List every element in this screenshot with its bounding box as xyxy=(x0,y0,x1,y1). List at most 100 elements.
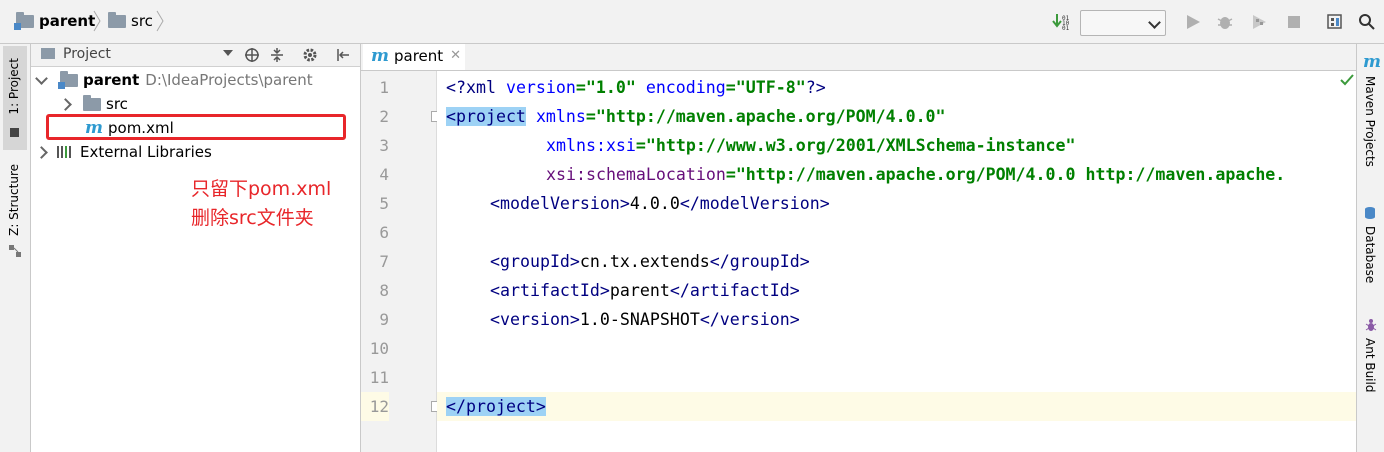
tab-pom-parent[interactable]: m parent ✕ xyxy=(363,44,465,70)
ant-icon xyxy=(1365,319,1377,331)
tab-database-label: Database xyxy=(1363,226,1377,284)
run-icon[interactable] xyxy=(1184,13,1202,31)
line-number: 8 xyxy=(379,281,389,300)
tree-item-parent-label: parent xyxy=(83,71,140,89)
breadcrumb-root[interactable]: parent xyxy=(14,11,96,30)
annotation-line-2: 删除src文件夹 xyxy=(191,207,314,229)
code-token: <groupId> xyxy=(490,252,580,271)
code-token: encoding xyxy=(645,78,726,97)
project-panel-header: Project xyxy=(31,44,360,67)
structure-icon xyxy=(9,245,21,257)
line-number: 4 xyxy=(379,165,389,184)
code-token: <artifactId> xyxy=(490,281,610,300)
code-line-5: <modelVersion>4.0.0</modelVersion> xyxy=(490,189,830,218)
libraries-icon xyxy=(57,146,71,158)
code-token: </groupId> xyxy=(709,252,810,271)
code-token: </modelVersion> xyxy=(679,194,830,213)
code-line-8: <artifactId>parent</artifactId> xyxy=(490,276,800,305)
project-view-label[interactable]: Project xyxy=(63,46,111,62)
maven-file-icon: m xyxy=(371,45,389,66)
code-line-9: <version>1.0-SNAPSHOT</version> xyxy=(490,305,800,334)
code-token: </version> xyxy=(699,310,800,329)
line-number: 10 xyxy=(369,339,389,358)
line-number: 5 xyxy=(379,194,389,213)
code-token: cn.tx.extends xyxy=(579,252,710,271)
code-line-2: <project xmlns="http://maven.apache.org/… xyxy=(446,102,946,131)
module-folder-icon xyxy=(58,70,78,89)
caret-row-highlight xyxy=(437,392,1356,421)
debug-icon[interactable] xyxy=(1216,13,1234,31)
chevron-right-icon[interactable] xyxy=(35,145,48,159)
code-token: <version> xyxy=(490,310,580,329)
project-view-icon xyxy=(41,48,55,59)
code-token: parent xyxy=(609,281,670,300)
code-token: xmlns:xsi xyxy=(546,136,636,155)
tree-item-parent-path: D:\IdeaProjects\parent xyxy=(145,71,313,89)
left-tool-strip: 1: Project Z: Structure xyxy=(0,44,31,452)
code-token: xml xyxy=(465,78,506,97)
close-icon[interactable]: ✕ xyxy=(450,48,461,63)
code-editor[interactable]: <?xml version="1.0" encoding="UTF-8"?> <… xyxy=(437,71,1356,452)
tab-maven-projects[interactable]: m Maven Projects xyxy=(1357,52,1384,182)
gear-icon[interactable] xyxy=(302,47,318,63)
stop-icon[interactable] xyxy=(1285,13,1303,31)
code-token: xsi:schemaLocation xyxy=(546,165,726,184)
chevron-right-icon[interactable] xyxy=(59,97,72,111)
maven-icon: m xyxy=(1363,52,1381,72)
tab-project[interactable]: 1: Project xyxy=(3,46,27,150)
module-folder-icon xyxy=(14,11,34,30)
line-number: 11 xyxy=(369,368,389,387)
code-line-12: </project> xyxy=(446,392,546,421)
tab-database[interactable]: Database xyxy=(1357,204,1384,294)
chevron-down-icon[interactable] xyxy=(35,71,48,85)
hide-panel-icon[interactable] xyxy=(335,47,351,63)
line-number: 9 xyxy=(379,310,389,329)
pom-highlight-box xyxy=(46,114,346,140)
tab-structure-label: Z: Structure xyxy=(7,164,21,236)
code-line-4: xsi:schemaLocation="http://maven.apache.… xyxy=(546,160,1285,189)
search-everywhere-icon[interactable] xyxy=(1358,13,1376,31)
code-token: ="http://maven.apache.org/POM/4.0.0" xyxy=(585,107,946,126)
scroll-from-source-icon[interactable] xyxy=(244,47,260,63)
code-token: </artifactId> xyxy=(669,281,800,300)
code-token: </project> xyxy=(446,397,546,416)
code-token: xmlns xyxy=(535,107,586,126)
coverage-icon[interactable] xyxy=(1250,13,1268,31)
project-tool-window: Project parent D:\IdeaProjects\parent sr… xyxy=(31,44,361,452)
tab-structure[interactable]: Z: Structure xyxy=(3,156,27,262)
build-icon[interactable]: 01 10 01 xyxy=(1052,13,1070,31)
tree-item-external-libraries-label: External Libraries xyxy=(80,143,212,161)
folder-icon xyxy=(83,94,101,111)
navigation-bar: parent src 01 10 01 xyxy=(0,0,1384,44)
breadcrumb-child[interactable]: src xyxy=(108,11,153,30)
right-tool-strip: m Maven Projects Database Ant Build xyxy=(1356,44,1384,452)
dropdown-arrow-icon[interactable] xyxy=(223,50,233,56)
tab-project-label: 1: Project xyxy=(7,58,21,115)
project-tab-icon xyxy=(10,128,19,137)
code-token: <? xyxy=(446,78,466,97)
tree-item-external-libraries[interactable]: External Libraries xyxy=(35,140,212,164)
code-token: ="1.0" xyxy=(575,78,646,97)
line-number: 2 xyxy=(379,107,389,126)
line-number: 3 xyxy=(379,136,389,155)
inspection-ok-icon[interactable] xyxy=(1340,74,1354,86)
tree-item-parent[interactable]: parent D:\IdeaProjects\parent xyxy=(35,68,313,92)
project-structure-icon[interactable] xyxy=(1327,13,1345,31)
code-token: ="UTF-8" xyxy=(725,78,806,97)
editor-gutter: 1 2 3 4 5 6 7 8 9 10 11 12 xyxy=(361,71,442,452)
line-number: 12 xyxy=(361,392,389,421)
tab-ant-build[interactable]: Ant Build xyxy=(1357,316,1384,406)
collapse-all-icon[interactable] xyxy=(269,47,285,63)
code-line-7: <groupId>cn.tx.extends</groupId> xyxy=(490,247,810,276)
run-configuration-select[interactable] xyxy=(1080,10,1166,36)
code-token: 4.0.0 xyxy=(629,194,680,213)
tab-ant-label: Ant Build xyxy=(1363,338,1377,393)
tree-item-src-label: src xyxy=(106,95,128,113)
annotation-note: 只留下pom.xml 删除src文件夹 xyxy=(191,175,331,233)
code-token: ="http://www.w3.org/2001/XMLSchema-insta… xyxy=(635,136,1076,155)
editor-tab-bar: m parent ✕ xyxy=(361,44,1356,71)
code-token: ?> xyxy=(805,78,826,97)
breadcrumb-root-label: parent xyxy=(39,12,96,30)
code-token: version xyxy=(505,78,576,97)
tree-item-src[interactable]: src xyxy=(59,92,128,116)
